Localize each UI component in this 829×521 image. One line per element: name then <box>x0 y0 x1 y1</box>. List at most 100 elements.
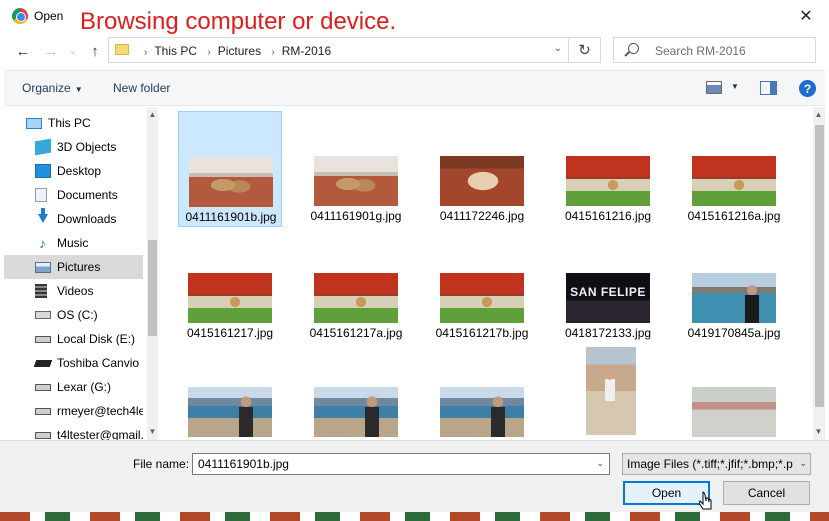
new-folder-button[interactable]: New folder <box>113 81 170 95</box>
sidebar-item-t4ltester[interactable]: t4ltester@gmail. <box>4 423 143 440</box>
search-icon <box>628 43 639 54</box>
scroll-up-icon[interactable]: ▲ <box>813 107 824 123</box>
file-list: 0411161901b.jpg 0411161901g.jpg 04111722… <box>158 107 813 440</box>
sidebar-item-local-disk-e[interactable]: Local Disk (E:) <box>4 327 143 351</box>
forward-button[interactable]: → <box>40 40 62 62</box>
computer-icon <box>26 117 42 129</box>
file-item[interactable]: 0411161901g.jpg <box>304 111 408 227</box>
videos-icon <box>35 284 47 298</box>
scroll-down-icon[interactable]: ▼ <box>147 424 158 440</box>
documents-icon <box>35 188 47 202</box>
file-list-scrollbar[interactable]: ▲ ▼ <box>813 107 825 440</box>
recent-locations-button[interactable]: ⌄ <box>62 40 84 62</box>
sidebar-item-label: This PC <box>48 116 91 130</box>
address-bar[interactable]: › This PC › Pictures › RM-2016 ⌄ <box>108 37 569 63</box>
refresh-button[interactable]: ↻ <box>569 37 601 63</box>
network-drive-icon <box>35 407 51 415</box>
file-item[interactable]: 0411161901b.jpg <box>178 111 282 227</box>
sidebar-item-this-pc[interactable]: This PC <box>4 111 143 135</box>
drive-icon <box>35 335 51 343</box>
up-button[interactable]: ↑ <box>84 40 106 62</box>
file-item[interactable] <box>178 342 282 440</box>
scrollbar-thumb[interactable] <box>148 240 157 336</box>
chevron-down-icon[interactable]: ⌄ <box>596 458 604 469</box>
image-thumbnail <box>692 273 776 323</box>
file-item[interactable]: 0419170845a.jpg <box>682 228 786 344</box>
sidebar-item-label: rmeyer@tech4le <box>57 404 143 418</box>
network-drive-icon <box>35 431 51 439</box>
file-item[interactable] <box>556 347 660 440</box>
os-drive-icon <box>35 311 51 319</box>
sidebar-item-documents[interactable]: Documents <box>4 183 143 207</box>
file-name: 0415161216a.jpg <box>687 209 781 223</box>
change-view-icon[interactable] <box>706 81 722 94</box>
chevron-down-icon[interactable]: ⌄ <box>797 458 807 469</box>
image-thumbnail <box>440 273 524 323</box>
sidebar-item-label: Local Disk (E:) <box>57 332 136 346</box>
sidebar-item-os-c[interactable]: OS (C:) <box>4 303 143 327</box>
back-button[interactable]: ← <box>12 40 34 62</box>
chevron-down-icon: ▼ <box>74 85 83 94</box>
open-button[interactable]: Open <box>623 481 710 505</box>
search-input[interactable]: Search RM-2016 <box>613 37 816 63</box>
image-thumbnail <box>314 156 398 206</box>
sidebar-item-pictures[interactable]: Pictures <box>4 255 143 279</box>
breadcrumb-rm-2016[interactable]: RM-2016 <box>282 44 331 58</box>
sidebar-item-lexar-g[interactable]: Lexar (G:) <box>4 375 143 399</box>
address-row: ← → ⌄ ↑ › This PC › Pictures › RM-2016 ⌄ ↻ … <box>0 34 829 68</box>
file-name-combobox[interactable]: 0411161901b.jpg ⌄ <box>192 453 610 475</box>
file-item[interactable]: 0415161217.jpg <box>178 228 282 344</box>
file-item[interactable]: 0411172246.jpg <box>430 111 534 227</box>
sidebar-item-music[interactable]: ♪ Music <box>4 231 143 255</box>
file-name: 0415161217a.jpg <box>309 326 403 340</box>
navigation-scrollbar[interactable]: ▲ ▼ <box>147 107 158 440</box>
help-icon[interactable]: ? <box>799 80 816 97</box>
title-bar: Open Browsing computer or device. ✕ <box>0 0 829 35</box>
cancel-button[interactable]: Cancel <box>723 481 810 505</box>
search-placeholder: Search RM-2016 <box>655 44 746 58</box>
file-item[interactable]: 0415161217a.jpg <box>304 228 408 344</box>
file-item[interactable] <box>682 342 786 440</box>
breadcrumb: › This PC › Pictures › RM-2016 <box>144 44 332 58</box>
address-dropdown-icon[interactable]: ⌄ <box>554 43 562 54</box>
image-thumbnail <box>314 387 398 437</box>
sidebar-item-label: OS (C:) <box>57 308 98 322</box>
sidebar-item-downloads[interactable]: Downloads <box>4 207 143 231</box>
file-name: 0415161217b.jpg <box>435 326 529 340</box>
command-bar: Organize ▼ New folder ▼ ? <box>4 70 825 106</box>
organize-label: Organize <box>22 81 71 95</box>
file-name-value: 0411161901b.jpg <box>198 457 289 471</box>
image-thumbnail <box>566 156 650 206</box>
scrollbar-thumb[interactable] <box>815 125 824 407</box>
scroll-up-icon[interactable]: ▲ <box>147 107 158 123</box>
file-item[interactable]: 0415161216.jpg <box>556 111 660 227</box>
sidebar-item-3d-objects[interactable]: 3D Objects <box>4 135 143 159</box>
file-item[interactable] <box>430 342 534 440</box>
close-button[interactable]: ✕ <box>783 0 829 32</box>
organize-button[interactable]: Organize ▼ <box>22 81 83 95</box>
navigation-pane: This PC 3D Objects Desktop Documents Dow… <box>4 107 158 440</box>
sidebar-item-label: Music <box>57 236 89 250</box>
scroll-down-icon[interactable]: ▼ <box>813 424 824 440</box>
preview-pane-icon[interactable] <box>760 81 777 95</box>
sidebar-item-label: Toshiba Canvio I <box>57 356 143 370</box>
view-options-chevron-icon[interactable]: ▼ <box>731 82 739 91</box>
image-thumbnail <box>440 387 524 437</box>
file-item[interactable]: 0418172133.jpg <box>556 228 660 344</box>
sidebar-item-videos[interactable]: Videos <box>4 279 143 303</box>
image-thumbnail <box>189 157 273 207</box>
sidebar-item-label: Videos <box>57 284 94 298</box>
image-thumbnail <box>188 273 272 323</box>
breadcrumb-pictures[interactable]: Pictures <box>218 44 261 58</box>
sidebar-item-rmeyer[interactable]: rmeyer@tech4le <box>4 399 143 423</box>
file-item[interactable]: 0415161216a.jpg <box>682 111 786 227</box>
file-item[interactable]: 0415161217b.jpg <box>430 228 534 344</box>
3d-objects-icon <box>35 138 51 156</box>
sidebar-item-toshiba-canvio[interactable]: Toshiba Canvio I <box>4 351 143 375</box>
sidebar-item-desktop[interactable]: Desktop <box>4 159 143 183</box>
file-item[interactable] <box>304 342 408 440</box>
chrome-app-icon <box>12 8 28 24</box>
file-name-label: File name: <box>133 457 190 471</box>
breadcrumb-this-pc[interactable]: This PC <box>154 44 197 58</box>
file-type-select[interactable]: Image Files (*.tiff;*.jfif;*.bmp;*.p ⌄ <box>622 453 811 475</box>
